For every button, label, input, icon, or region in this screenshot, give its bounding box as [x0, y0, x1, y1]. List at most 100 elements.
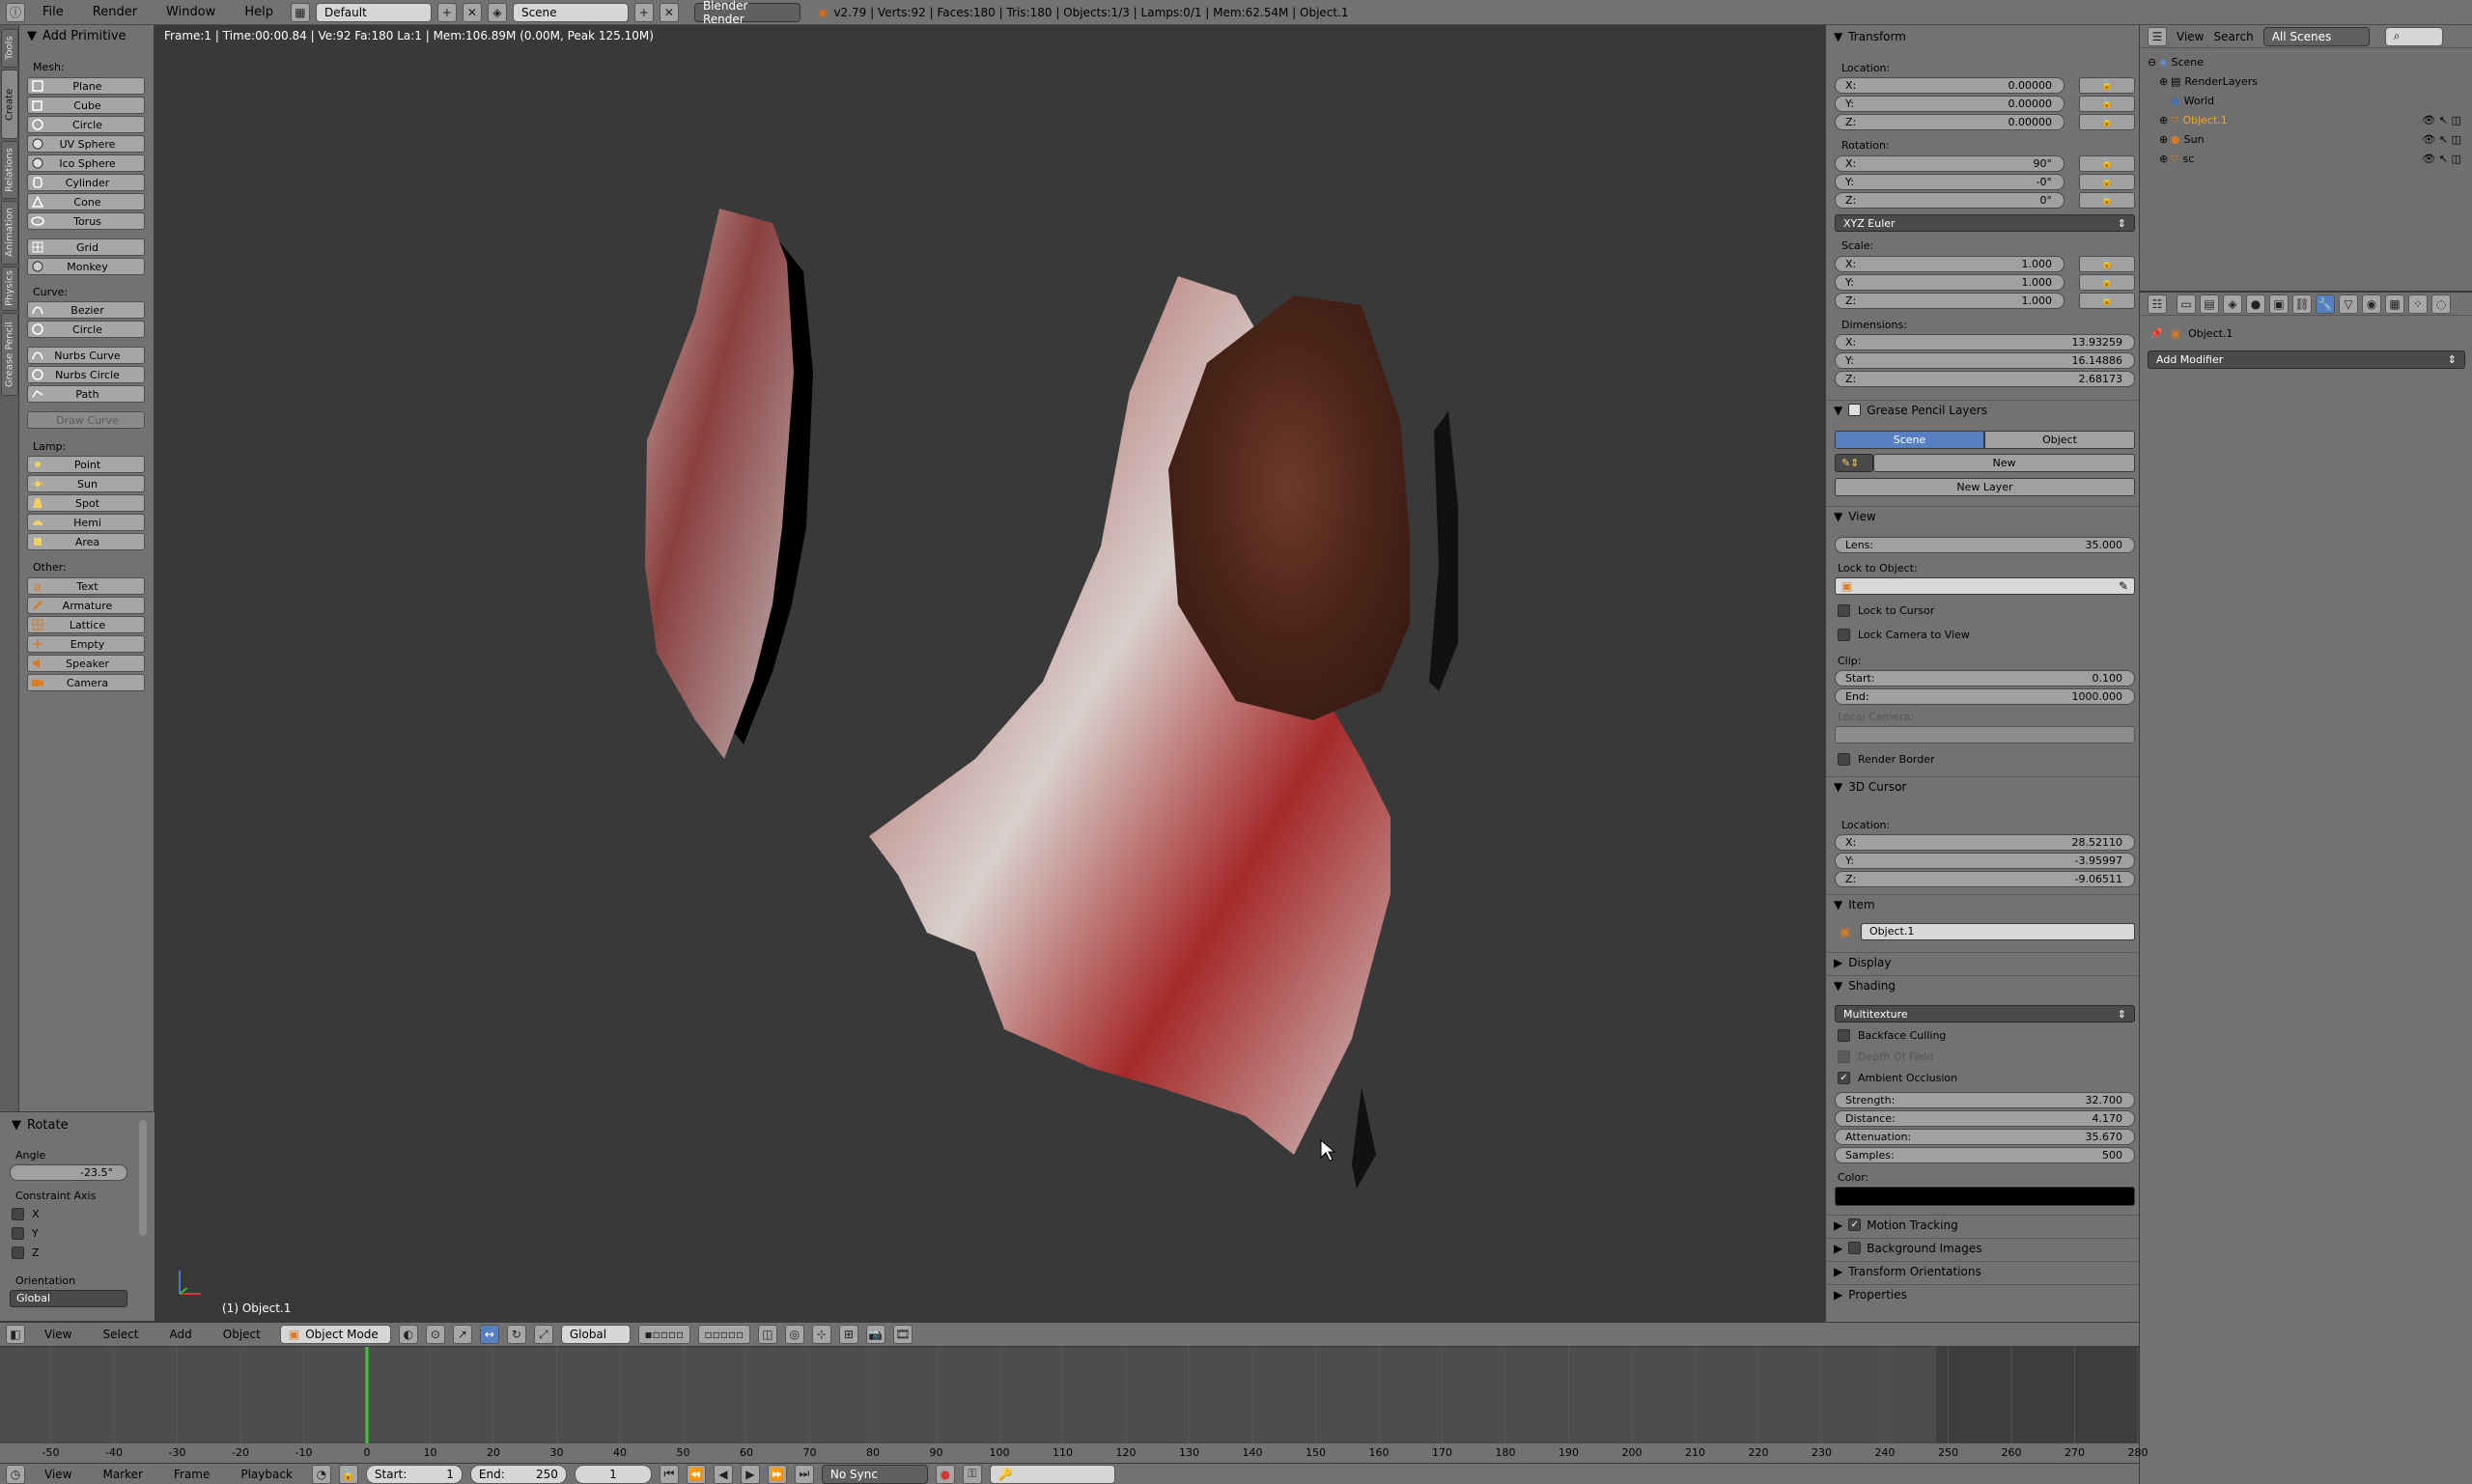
- torus-button[interactable]: Torus: [27, 212, 145, 230]
- proportional-edit-icon[interactable]: ◎: [784, 1325, 804, 1344]
- grid-button[interactable]: Grid: [27, 238, 145, 256]
- lock-scale-z[interactable]: 🔓: [2079, 293, 2135, 309]
- jump-start-icon[interactable]: ⏮: [659, 1464, 679, 1484]
- layers-1-icon[interactable]: ▪▫▫▫▫: [637, 1325, 690, 1344]
- menu-frame[interactable]: Frame: [162, 1468, 221, 1481]
- scale-y-field[interactable]: Y: 1.000: [1835, 274, 2065, 291]
- background-images-header[interactable]: ▶ Background Images: [1826, 1238, 2140, 1257]
- pin-icon[interactable]: 📌: [2149, 327, 2163, 340]
- pivot-icon[interactable]: ⊙: [425, 1325, 445, 1344]
- lock-location-z[interactable]: 🔓: [2079, 114, 2135, 130]
- sync-select[interactable]: No Sync: [821, 1464, 928, 1484]
- location-y-field[interactable]: Y: 0.00000: [1835, 96, 2065, 112]
- ambient-occlusion-checkbox[interactable]: ✓ Ambient Occlusion: [1838, 1072, 1957, 1084]
- add-layout-icon[interactable]: +: [436, 2, 457, 22]
- rotate-header[interactable]: ▼ Rotate: [12, 1118, 69, 1133]
- particles-tab-icon[interactable]: ⁘: [2408, 294, 2428, 314]
- tab-physics[interactable]: Physics: [1, 266, 18, 311]
- tab-animation[interactable]: Animation: [1, 201, 18, 265]
- manipulator-icon[interactable]: ↗: [452, 1325, 472, 1344]
- empty-button[interactable]: Empty: [27, 635, 145, 653]
- menu-render[interactable]: Render: [81, 5, 149, 19]
- menu-window[interactable]: Window: [154, 5, 227, 19]
- current-frame-field[interactable]: 1: [574, 1464, 652, 1484]
- render-border-checkbox[interactable]: Render Border: [1838, 753, 1935, 766]
- spot-lamp-button[interactable]: Spot: [27, 494, 145, 512]
- grease-tab-object[interactable]: Object: [1984, 431, 2135, 449]
- clip-end-field[interactable]: End: 1000.000: [1835, 688, 2135, 705]
- modifiers-tab-icon[interactable]: 🔧: [2316, 294, 2335, 314]
- scene-select[interactable]: Scene: [512, 2, 629, 22]
- start-frame-field[interactable]: Start: 1: [365, 1464, 463, 1484]
- visibility-icons[interactable]: 👁 ↖ ◫: [2422, 114, 2461, 126]
- lock-location-x[interactable]: 🔓: [2079, 77, 2135, 94]
- path-button[interactable]: Path: [27, 385, 145, 403]
- remove-scene-icon[interactable]: ✕: [659, 2, 679, 22]
- outliner-view-menu[interactable]: View: [2177, 30, 2204, 43]
- grease-pencil-header[interactable]: ▼ Grease Pencil Layers: [1826, 400, 2140, 419]
- new-layer-button[interactable]: New Layer: [1835, 478, 2135, 496]
- 3d-cursor-header[interactable]: ▼ 3D Cursor: [1826, 776, 2140, 796]
- properties-header[interactable]: ▶ Properties: [1826, 1284, 2140, 1303]
- ao-samples-field[interactable]: Samples: 500: [1835, 1147, 2135, 1163]
- render-engine-select[interactable]: Blender Render: [693, 0, 801, 26]
- angle-field[interactable]: -23.5°: [10, 1164, 127, 1181]
- scene-icon[interactable]: ◈: [487, 2, 507, 22]
- 3d-viewport[interactable]: Frame:1 | Time:00:00.84 | Ve:92 Fa:180 L…: [154, 25, 1825, 1322]
- ao-attenuation-field[interactable]: Attenuation: 35.670: [1835, 1129, 2135, 1145]
- bezier-button[interactable]: Bezier: [27, 301, 145, 319]
- ao-color-swatch[interactable]: [1835, 1187, 2135, 1206]
- play-reverse-icon[interactable]: ◀: [713, 1464, 733, 1484]
- panel-scrollbar[interactable]: [139, 1120, 147, 1236]
- orientation-select[interactable]: Global: [10, 1290, 127, 1307]
- camera-button[interactable]: Camera: [27, 674, 145, 691]
- menu-file[interactable]: File: [31, 5, 75, 19]
- lock-camera-checkbox[interactable]: Lock Camera to View: [1838, 629, 1970, 641]
- cube-button[interactable]: Cube: [27, 97, 145, 114]
- viewport-shading-icon[interactable]: ◐: [398, 1325, 418, 1344]
- rotation-y-field[interactable]: Y: -0°: [1835, 174, 2065, 190]
- dimensions-x-field[interactable]: X: 13.93259: [1835, 334, 2135, 350]
- constraints-tab-icon[interactable]: ⛓: [2292, 294, 2312, 314]
- menu-help[interactable]: Help: [233, 5, 285, 19]
- editor-type-icon[interactable]: ☰: [2148, 26, 2167, 46]
- location-z-field[interactable]: Z: 0.00000: [1835, 114, 2065, 130]
- motion-tracking-header[interactable]: ▶ ✓ Motion Tracking: [1826, 1215, 2140, 1234]
- outliner-row-sc[interactable]: ⊕ ▽ sc 👁 ↖ ◫: [2140, 149, 2472, 168]
- add-modifier-select[interactable]: Add Modifier ⇕: [2148, 350, 2465, 369]
- transform-orientations-header[interactable]: ▶ Transform Orientations: [1826, 1261, 2140, 1280]
- armature-button[interactable]: Armature: [27, 597, 145, 614]
- data-tab-icon[interactable]: ▽: [2339, 294, 2358, 314]
- cone-button[interactable]: Cone: [27, 193, 145, 210]
- outliner-row-sun[interactable]: ⊕ ● Sun 👁 ↖ ◫: [2140, 129, 2472, 149]
- orientation-select[interactable]: Global: [560, 1325, 631, 1344]
- local-camera-field[interactable]: [1835, 726, 2135, 743]
- scale-icon[interactable]: ⤢: [533, 1325, 553, 1344]
- scale-x-field[interactable]: X: 1.000: [1835, 256, 2065, 272]
- menu-add[interactable]: Add: [158, 1328, 204, 1341]
- shading-header[interactable]: ▼ Shading: [1826, 975, 2140, 994]
- editor-type-icon[interactable]: ⓘ: [6, 2, 25, 22]
- menu-playback[interactable]: Playback: [229, 1468, 304, 1481]
- add-scene-icon[interactable]: +: [633, 2, 654, 22]
- location-x-field[interactable]: X: 0.00000: [1835, 77, 2065, 94]
- next-keyframe-icon[interactable]: ⏩: [767, 1464, 787, 1484]
- keying-set-field[interactable]: 🔑: [989, 1464, 1115, 1484]
- jump-end-icon[interactable]: ⏭: [794, 1464, 814, 1484]
- display-mode-select[interactable]: All Scenes: [2262, 26, 2370, 46]
- lock-rotation-y[interactable]: 🔓: [2079, 174, 2135, 190]
- outliner-row-renderlayers[interactable]: ⊕ ▤ RenderLayers: [2140, 71, 2472, 91]
- point-lamp-button[interactable]: Point: [27, 456, 145, 473]
- lock-rotation-x[interactable]: 🔓: [2079, 155, 2135, 172]
- grease-tab-scene[interactable]: Scene: [1835, 431, 1984, 449]
- view-header[interactable]: ▼ View: [1826, 506, 2140, 525]
- tab-create[interactable]: Create: [1, 70, 18, 139]
- outliner-search-field[interactable]: ⌕: [2384, 26, 2443, 46]
- outliner-row-object1[interactable]: ⊕ ▽ Object.1 👁 ↖ ◫: [2140, 110, 2472, 129]
- tab-grease-pencil[interactable]: Grease Pencil: [1, 313, 18, 396]
- remove-layout-icon[interactable]: ✕: [462, 2, 482, 22]
- translate-icon[interactable]: ↔: [479, 1325, 499, 1344]
- mode-select[interactable]: ▣ Object Mode: [279, 1325, 391, 1344]
- render-icon[interactable]: 📷: [865, 1325, 885, 1344]
- ao-distance-field[interactable]: Distance: 4.170: [1835, 1110, 2135, 1127]
